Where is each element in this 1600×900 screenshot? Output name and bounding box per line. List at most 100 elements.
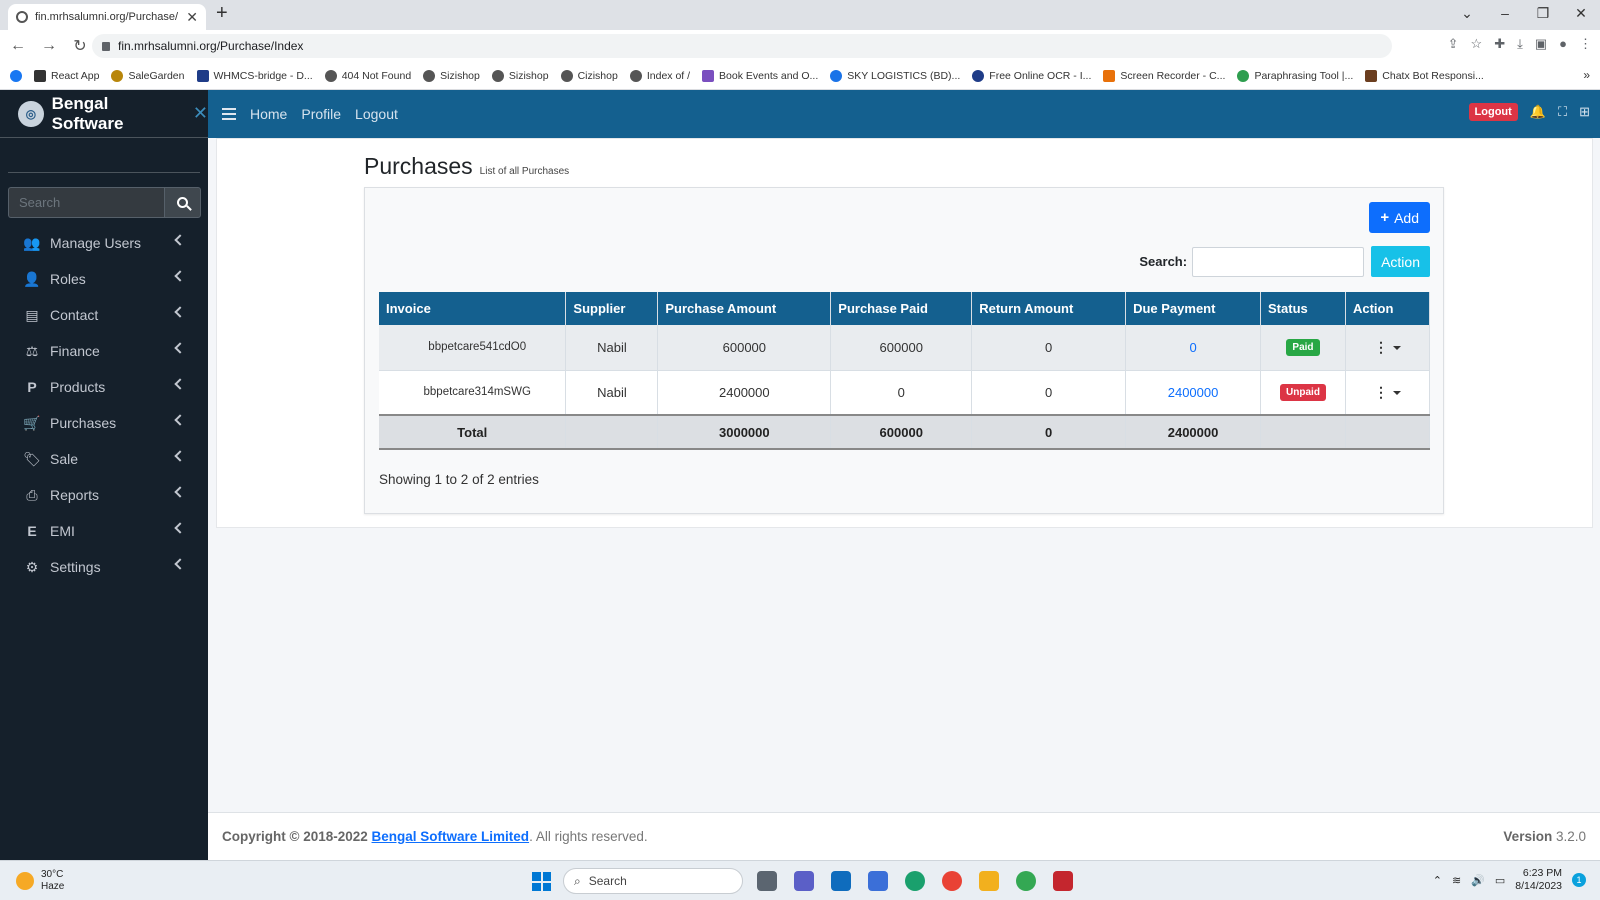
table-search-input[interactable] (1192, 246, 1365, 277)
taskbar-search[interactable]: ⌕ Search (563, 868, 743, 894)
version-number: 3.2.0 (1555, 829, 1586, 844)
bookmark-item[interactable]: React App (34, 69, 99, 82)
download-icon[interactable]: ⤓ (1517, 36, 1523, 52)
chrome-icon[interactable] (942, 871, 962, 891)
balance-scale-icon: ⚖ (25, 342, 39, 359)
chevron-up-icon[interactable]: ⌃ (1433, 874, 1442, 887)
sidebar-search-input[interactable] (8, 187, 164, 218)
sidebar-item-sale[interactable]: 🏷 Sale (0, 441, 208, 477)
column-header[interactable]: Return Amount (971, 292, 1127, 325)
sidebar-item-purchases[interactable]: 🛒 Purchases (0, 405, 208, 441)
battery-icon[interactable]: ▭ (1495, 874, 1505, 887)
windows-start-icon[interactable] (532, 872, 551, 891)
teams-icon[interactable] (794, 871, 814, 891)
sidebar-item-reports[interactable]: ⎙ Reports (0, 477, 208, 513)
column-header[interactable]: Due Payment (1125, 292, 1262, 325)
profile-icon[interactable]: ● (1559, 36, 1567, 52)
fullscreen-icon[interactable]: ⛶ (1558, 104, 1567, 120)
logout-button[interactable]: Logout (1468, 103, 1518, 121)
task-view-icon[interactable] (757, 871, 777, 891)
mail-icon[interactable] (831, 871, 851, 891)
company-link[interactable]: Bengal Software Limited (372, 829, 530, 844)
close-window-button[interactable]: ✕ (1562, 0, 1600, 30)
action-button[interactable]: Action (1371, 246, 1430, 277)
column-header[interactable]: Invoice (379, 292, 567, 325)
file-explorer-icon[interactable] (979, 871, 999, 891)
more-bookmarks-icon[interactable]: » (1583, 68, 1590, 82)
sidebar-item-roles[interactable]: 👤 Roles (0, 261, 208, 297)
minimize-button[interactable]: – (1486, 0, 1524, 30)
back-icon[interactable]: ← (5, 37, 31, 55)
bookmark-item[interactable]: Index of / (629, 69, 690, 82)
bookmark-item[interactable]: Cizishop (560, 69, 618, 82)
column-header[interactable]: Purchase Paid (830, 292, 973, 325)
column-header[interactable]: Supplier (565, 292, 659, 325)
version-label: Version (1503, 829, 1553, 844)
bookmark-item[interactable]: Paraphrasing Tool |... (1237, 69, 1353, 82)
bookmark-item[interactable]: WHMCS-bridge - D... (196, 69, 313, 82)
add-button[interactable]: + Add (1369, 202, 1430, 233)
hamburger-menu-icon[interactable] (222, 108, 236, 120)
sidebar-search-button[interactable] (164, 187, 201, 218)
weather-widget[interactable]: 30°C Haze (16, 869, 64, 893)
browser-tab[interactable]: fin.mrhsalumni.org/Purchase/Ind ✕ (8, 4, 206, 30)
nav-home-link[interactable]: Home (250, 106, 287, 122)
address-bar[interactable]: fin.mrhsalumni.org/Purchase/Index (92, 34, 1392, 58)
bookmark-item[interactable]: Sizishop (491, 69, 549, 82)
share-icon[interactable]: ⇪ (1448, 36, 1459, 52)
bookmark-item[interactable]: Free Online OCR - I... (972, 69, 1091, 82)
snipping-tool-icon[interactable] (1053, 871, 1073, 891)
nav-logout-link[interactable]: Logout (355, 106, 398, 122)
new-tab-button[interactable]: + (216, 2, 228, 25)
chrome-active-icon[interactable] (1016, 871, 1036, 891)
column-header[interactable]: Purchase Amount (657, 292, 832, 325)
sidebar-item-products[interactable]: P Products (0, 369, 208, 405)
edge-icon[interactable] (905, 871, 925, 891)
bookmark-item[interactable]: SaleGarden (111, 69, 185, 82)
bookmark-item[interactable]: SKY LOGISTICS (BD)... (830, 69, 960, 82)
due-payment-link[interactable]: 0 (1125, 325, 1262, 371)
close-tab-icon[interactable]: ✕ (186, 9, 198, 26)
grid-icon[interactable]: ⊞ (1579, 104, 1590, 120)
sidebar-item-contact[interactable]: ▤ Contact (0, 297, 208, 333)
close-sidebar-icon[interactable]: ✕ (193, 103, 208, 124)
time: 6:23 PM (1522, 867, 1562, 879)
nav-profile-link[interactable]: Profile (301, 106, 341, 122)
gear-icon: ⚙ (25, 558, 39, 575)
bell-icon[interactable]: 🔔 (1530, 104, 1546, 120)
wifi-icon[interactable]: ≋ (1452, 874, 1461, 887)
forward-icon[interactable]: → (36, 37, 62, 55)
sidebar-item-manage-users[interactable]: 👥 Manage Users (0, 225, 208, 261)
tab-title: fin.mrhsalumni.org/Purchase/Ind (35, 11, 180, 23)
notification-badge[interactable]: 1 (1572, 873, 1586, 887)
bookmark-item[interactable]: 404 Not Found (324, 69, 411, 82)
product-p-icon: P (27, 379, 37, 395)
reload-icon[interactable]: ↻ (67, 36, 93, 56)
copilot-icon[interactable] (868, 871, 888, 891)
volume-icon[interactable]: 🔊 (1471, 874, 1485, 887)
brand[interactable]: ◎ Bengal Software ✕ (0, 90, 208, 138)
bookmark-item[interactable]: Screen Recorder - C... (1103, 69, 1225, 82)
bookmark-item[interactable]: Sizishop (423, 69, 480, 82)
bookmark-item[interactable]: Chatx Bot Responsi... (1365, 69, 1484, 82)
restore-button[interactable]: ❐ (1524, 0, 1562, 30)
bookmark-star-icon[interactable]: ☆ (1471, 36, 1483, 52)
column-header[interactable]: Action (1345, 292, 1431, 325)
tab-search-icon[interactable]: ⌄ (1448, 0, 1486, 30)
sidebar-item-settings[interactable]: ⚙ Settings (0, 549, 208, 585)
due-payment-link[interactable]: 2400000 (1125, 370, 1262, 416)
bookmark-item[interactable]: Book Events and O... (702, 69, 818, 82)
search-icon (177, 197, 188, 208)
total-purchase-paid: 600000 (830, 414, 973, 450)
extensions-icon[interactable]: ✚ (1494, 36, 1505, 52)
row-action-dropdown[interactable]: ⋮ (1374, 339, 1401, 355)
row-action-dropdown[interactable]: ⋮ (1374, 384, 1401, 400)
sidepanel-icon[interactable]: ▣ (1535, 36, 1547, 52)
menu-kebab-icon[interactable]: ⋮ (1579, 36, 1592, 52)
sidebar-item-finance[interactable]: ⚖ Finance (0, 333, 208, 369)
sidebar-item-label: Roles (50, 271, 86, 287)
clock[interactable]: 6:23 PM 8/14/2023 (1515, 867, 1562, 893)
sidebar-item-emi[interactable]: E EMI (0, 513, 208, 549)
facebook-icon[interactable] (10, 69, 22, 82)
column-header[interactable]: Status (1260, 292, 1346, 325)
